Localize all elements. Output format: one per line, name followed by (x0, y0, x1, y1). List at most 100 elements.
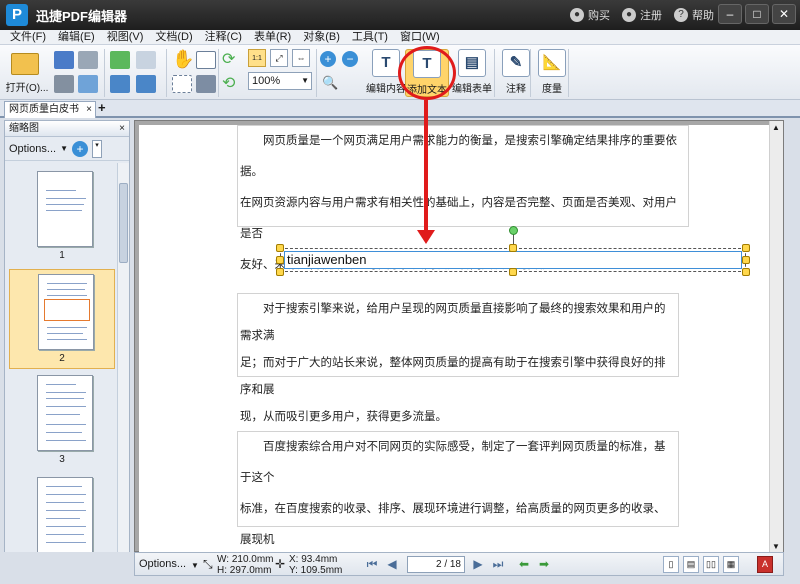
single-page-view-icon[interactable]: ▯ (663, 556, 679, 573)
add-tab-icon[interactable]: + (98, 101, 110, 114)
open-button[interactable]: 打开(O)... (4, 79, 50, 94)
resize-handle-ml[interactable] (276, 256, 284, 264)
prev-page-icon[interactable]: ◀ (383, 556, 401, 573)
first-page-icon[interactable]: ⏮ (363, 556, 381, 573)
last-page-icon[interactable]: ⏭ (489, 556, 507, 573)
next-page-icon[interactable]: ▶ (469, 556, 487, 573)
resize-handle-tc[interactable] (509, 244, 517, 252)
save-icon[interactable] (54, 51, 74, 69)
buy-label: 购买 (588, 10, 610, 22)
email-icon[interactable] (78, 75, 98, 93)
page-number-field[interactable]: 2 / 18 (407, 556, 465, 573)
status-options-dropdown-icon[interactable]: ▼ (191, 560, 199, 571)
continuous-view-icon[interactable]: ▤ (683, 556, 699, 573)
close-panel-icon[interactable]: × (119, 121, 125, 136)
tab-bar: 网页质量白皮书 × + (0, 100, 800, 118)
scroll-down-icon[interactable]: ▼ (772, 542, 781, 551)
close-tab-icon[interactable]: × (86, 102, 92, 117)
rotate-ccw-icon[interactable]: ⟲ (222, 73, 235, 93)
highlight-circle (398, 46, 456, 100)
actual-size-icon[interactable]: 1:1 (248, 49, 266, 67)
tab-document-label: 网页质量白皮书 (9, 104, 79, 115)
pdf-icon[interactable]: A (757, 556, 773, 573)
edit-form-icon: ▤ (458, 49, 486, 77)
fit-page-icon[interactable]: ⤢ (270, 49, 288, 67)
zoom-out-icon[interactable]: − (342, 51, 358, 67)
annotation-arrow (424, 100, 428, 234)
menu-edit[interactable]: 编辑(E) (56, 30, 105, 44)
buy-link[interactable]: ● 购买 (570, 7, 610, 23)
page-height: H: 297.0mm (217, 565, 272, 576)
resize-handle-br[interactable] (742, 268, 750, 276)
menu-tools[interactable]: 工具(T) (350, 30, 398, 44)
cursor-y: Y: 109.5mm (289, 565, 343, 576)
resize-handle-mr[interactable] (742, 256, 750, 264)
resize-handle-bl[interactable] (276, 268, 284, 276)
register-link[interactable]: ● 注册 (622, 7, 662, 23)
thumbnail-number: 2 (59, 353, 65, 364)
rotate-cw-icon[interactable]: ⟳ (222, 49, 235, 69)
snapshot-icon[interactable] (196, 75, 216, 93)
thumbnail-list: 1 2 3 4 (5, 163, 117, 571)
text-block-2[interactable]: 对于搜索引擎来说，给用户呈现的网页质量直接影响了最终的搜索效果和用户的需求满 足… (237, 293, 679, 423)
print-icon[interactable] (54, 75, 74, 93)
text-block-3[interactable]: 百度搜索综合用户对不同网页的实际感受，制定了一套评判网页质量的标准，基于这个 标… (237, 431, 679, 577)
thumbnail-scrollbar[interactable] (117, 163, 129, 571)
menu-comment[interactable]: 注释(C) (203, 30, 252, 44)
menu-document[interactable]: 文档(D) (153, 30, 202, 44)
history-back-icon[interactable]: ⬅ (515, 556, 533, 573)
forward-icon[interactable] (136, 51, 156, 69)
menu-form[interactable]: 表单(R) (252, 30, 301, 44)
back-icon[interactable] (110, 51, 130, 69)
cursor-position-icon: ✛ (275, 557, 286, 571)
history-forward-icon[interactable]: ➡ (535, 556, 553, 573)
text-block-1[interactable]: 网页质量是一个网页满足用户需求能力的衡量，是搜索引擎确定结果排序的重要依据。 在… (237, 125, 689, 271)
thumbnail-size-icon[interactable]: ▾ (92, 139, 102, 158)
menu-object[interactable]: 对象(B) (301, 30, 350, 44)
new-text-input[interactable]: tianjiawenben (284, 251, 742, 269)
thumbnail-page-2[interactable]: 2 (9, 269, 115, 369)
select-text-icon[interactable] (196, 51, 216, 69)
help-link[interactable]: ? 帮助 (674, 7, 714, 23)
redo-icon[interactable] (136, 75, 156, 93)
scroll-up-icon[interactable]: ▲ (772, 123, 781, 132)
paragraph-line: 对于搜索引擎来说，给用户呈现的网页质量直接影响了最终的搜索效果和用户的需求满 (240, 303, 666, 342)
paragraph-line: 标准，在百度搜索的收录、排序、展现环境进行调整，给高质量的网页更多的收录、展现机 (240, 503, 666, 546)
thumbnail-page-3[interactable]: 3 (9, 371, 115, 471)
options-dropdown-icon[interactable]: ▼ (60, 144, 68, 153)
document-scrollbar[interactable]: ▲ ▼ (769, 121, 783, 553)
menu-file[interactable]: 文件(F) (8, 30, 56, 44)
resize-handle-tr[interactable] (742, 244, 750, 252)
grid-view-icon[interactable]: ▦ (723, 556, 739, 573)
current-page: 2 (435, 559, 442, 570)
zoom-in-icon[interactable]: + (320, 51, 336, 67)
two-page-view-icon[interactable]: ▯▯ (703, 556, 719, 573)
edit-content-icon: T (372, 49, 400, 77)
menu-window[interactable]: 窗口(W) (398, 30, 450, 44)
tab-document[interactable]: 网页质量白皮书 × (4, 101, 96, 118)
scan-icon[interactable] (78, 51, 98, 69)
close-button[interactable]: ✕ (772, 4, 796, 24)
undo-icon[interactable] (110, 75, 130, 93)
title-links: ● 购买 ● 注册 ? 帮助 (570, 7, 714, 23)
fit-width-icon[interactable]: ⇔ (292, 49, 310, 67)
rotation-handle[interactable] (509, 226, 518, 235)
status-options-button[interactable]: Options... (139, 559, 186, 570)
edit-form-button[interactable]: ▤ 编辑表单 (450, 49, 494, 97)
thumbnail-zoom-in-icon[interactable]: + (72, 140, 88, 157)
select-area-icon[interactable] (172, 75, 192, 93)
zoom-select[interactable]: 100% ▼ (248, 72, 312, 90)
maximize-button[interactable]: □ (745, 4, 769, 24)
menu-view[interactable]: 视图(V) (105, 30, 154, 44)
open-folder-icon[interactable] (8, 51, 42, 77)
minimize-button[interactable]: – (718, 4, 742, 24)
thumbnail-page-1[interactable]: 1 (9, 167, 115, 267)
resize-handle-tl[interactable] (276, 244, 284, 252)
hand-tool-icon[interactable]: ✋ (172, 49, 194, 70)
page-size-icon: ⤡ (203, 557, 213, 571)
resize-handle-bc[interactable] (509, 268, 517, 276)
panel-options-button[interactable]: Options... (9, 143, 56, 155)
page-width: W: 210.0mm (217, 554, 274, 565)
magnifier-icon[interactable]: 🔍 (322, 75, 338, 91)
scrollbar-thumb[interactable] (119, 183, 128, 263)
